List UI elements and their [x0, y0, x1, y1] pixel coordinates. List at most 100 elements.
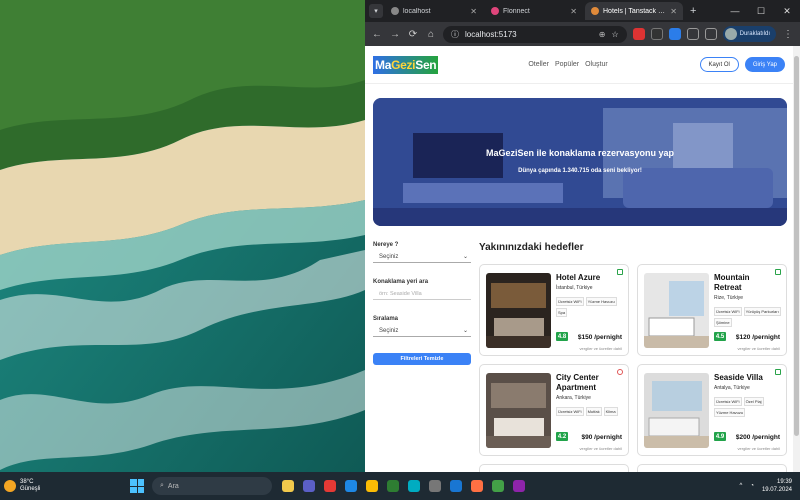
where-label: Nereye ? — [373, 242, 399, 248]
tab-strip: ▾ localhost ✕ Flonnect ✕ Hotels | Tansta… — [365, 0, 800, 22]
hotel-location: Rize, Türkiye — [714, 295, 744, 301]
calendar-icon[interactable] — [775, 369, 781, 375]
hotel-card[interactable]: Mountain Retreat Rize, Türkiye Ücretsiz … — [637, 264, 787, 356]
nav-link-create[interactable]: Oluştur — [585, 61, 608, 68]
windows-start-icon[interactable] — [130, 479, 144, 493]
app-icon[interactable] — [513, 480, 525, 492]
logo-text: Ma — [375, 57, 392, 72]
weather-condition: Güneşli — [20, 486, 41, 492]
profile-button[interactable]: Duraklatıldı — [722, 26, 776, 42]
url-text: localhost:5173 — [465, 29, 517, 39]
clock-time: 19:39 — [776, 479, 792, 485]
sort-value: Seçiniz — [379, 327, 399, 334]
extension-icon[interactable] — [632, 28, 645, 40]
blocked-icon[interactable] — [617, 369, 623, 375]
opera-icon[interactable] — [324, 480, 336, 492]
extension-icon[interactable] — [668, 28, 681, 40]
vscode-icon[interactable] — [345, 480, 357, 492]
clear-filters-button[interactable]: Filtreleri Temizle — [373, 353, 471, 365]
tax-note: vergiler ve ücretler dahil — [737, 346, 780, 351]
chrome-icon[interactable] — [366, 480, 378, 492]
chevron-down-icon: ⌄ — [462, 254, 468, 260]
close-window-button[interactable]: ✕ — [774, 6, 800, 17]
scrollbar-thumb[interactable] — [794, 56, 799, 436]
bookmark-star-icon[interactable]: ☆ — [611, 30, 618, 39]
clock[interactable]: 19:39 19.07.2024 — [762, 478, 792, 494]
tab-label: Hotels | Tanstack Q... — [603, 7, 667, 15]
nav-link-popular[interactable]: Popüler — [555, 61, 579, 68]
app-icon[interactable] — [387, 480, 399, 492]
search-input[interactable]: örn: Seaside Villa — [373, 288, 471, 300]
tab-label: localhost — [403, 7, 431, 15]
amenity-tag: Klima — [603, 407, 618, 416]
close-icon[interactable]: ✕ — [670, 7, 677, 16]
close-icon[interactable]: ✕ — [470, 7, 477, 16]
weather-temp: 38°C — [20, 479, 34, 485]
taskbar-search[interactable]: ⌕ Ara — [152, 477, 272, 495]
amenity-tag: Ücretsiz WiFi — [556, 297, 584, 306]
register-button[interactable]: Kayıt Ol — [699, 57, 739, 72]
tray-chevron-icon[interactable]: ^ — [740, 483, 743, 489]
destination-value: Seçiniz — [379, 253, 399, 260]
file-explorer-icon[interactable] — [282, 480, 294, 492]
teams-icon[interactable] — [303, 480, 315, 492]
search-label: Ara — [167, 482, 179, 490]
globe-icon — [391, 7, 399, 15]
reload-button[interactable]: ⟳ — [407, 29, 419, 40]
tab-search-icon[interactable]: ▾ — [369, 4, 383, 18]
app-icon[interactable] — [429, 480, 441, 492]
page-content: MaGeziSen Oteller Popüler Oluştur Kayıt … — [365, 46, 793, 472]
tax-note: vergiler ve ücretler dahil — [737, 446, 780, 451]
hotel-image — [486, 273, 551, 348]
site-info-icon[interactable]: ⓘ — [451, 29, 459, 40]
hotel-name: Hotel Azure — [556, 273, 601, 282]
hotel-card[interactable]: City Center Apartment Ankara, Türkiye Üc… — [479, 364, 629, 456]
calendar-icon[interactable] — [617, 269, 623, 275]
back-button[interactable]: ← — [371, 29, 383, 40]
maximize-button[interactable]: ☐ — [748, 6, 774, 17]
menu-icon[interactable]: ⋮ — [782, 29, 794, 40]
app-icon[interactable] — [471, 480, 483, 492]
site-logo[interactable]: MaGeziSen — [373, 55, 439, 74]
avatar — [724, 28, 737, 40]
app-icon[interactable] — [450, 480, 462, 492]
hotel-name: Mountain Retreat — [714, 273, 750, 292]
sort-select[interactable]: Seçiniz ⌄ — [373, 325, 471, 337]
chevron-down-icon: ⌄ — [462, 328, 468, 334]
whatsapp-icon[interactable] — [492, 480, 504, 492]
sort-label: Sıralama — [373, 316, 399, 322]
nav-links: Oteller Popüler Oluştur — [528, 61, 607, 68]
tab-label: Flonnect — [503, 7, 530, 15]
weather-widget[interactable]: 38°C Güneşli — [0, 479, 130, 493]
extension-icon[interactable] — [650, 28, 663, 40]
sidebar-icon[interactable] — [704, 28, 717, 40]
address-bar[interactable]: ⓘ localhost:5173 ⊕ ☆ — [443, 25, 627, 43]
app-icon[interactable] — [408, 480, 420, 492]
hotel-card[interactable]: Seaside Villa Antalya, Türkiye Ücretsiz … — [637, 364, 787, 456]
desktop-wallpaper — [0, 0, 365, 472]
zoom-icon[interactable]: ⊕ — [599, 30, 606, 39]
login-button[interactable]: Giriş Yap — [744, 57, 785, 72]
calendar-icon[interactable] — [775, 269, 781, 275]
hotel-card[interactable]: Hotel Azure İstanbul, Türkiye Ücretsiz W… — [479, 264, 629, 356]
hotel-location: Antalya, Türkiye — [714, 385, 750, 391]
new-tab-button[interactable]: + — [685, 5, 701, 17]
hotel-card[interactable] — [479, 464, 629, 472]
tab-hotels[interactable]: Hotels | Tanstack Q... ✕ — [585, 2, 683, 20]
amenity-tag: Yürüyüş Parkurları — [743, 307, 781, 316]
tab-localhost[interactable]: localhost ✕ — [385, 2, 483, 20]
forward-button[interactable]: → — [389, 29, 401, 40]
wifi-icon[interactable]: ◔ — [750, 483, 754, 489]
puzzle-icon[interactable] — [686, 28, 699, 40]
minimize-button[interactable]: — — [722, 6, 748, 17]
home-button[interactable]: ⌂ — [425, 29, 437, 40]
close-icon[interactable]: ✕ — [570, 7, 577, 16]
hotel-card[interactable] — [637, 464, 787, 472]
destination-select[interactable]: Seçiniz ⌄ — [373, 251, 471, 263]
tab-flonnect[interactable]: Flonnect ✕ — [485, 2, 583, 20]
page-scrollbar[interactable] — [793, 46, 800, 472]
taskbar: 38°C Güneşli ⌕ Ara ^ ◔ 19:39 19.07.2024 — [0, 472, 800, 500]
nav-link-hotels[interactable]: Oteller — [528, 61, 549, 68]
amenity-tag: Yüzme Havuzu — [585, 297, 617, 306]
amenity-tag: Yüzme Havuzu — [714, 408, 746, 417]
